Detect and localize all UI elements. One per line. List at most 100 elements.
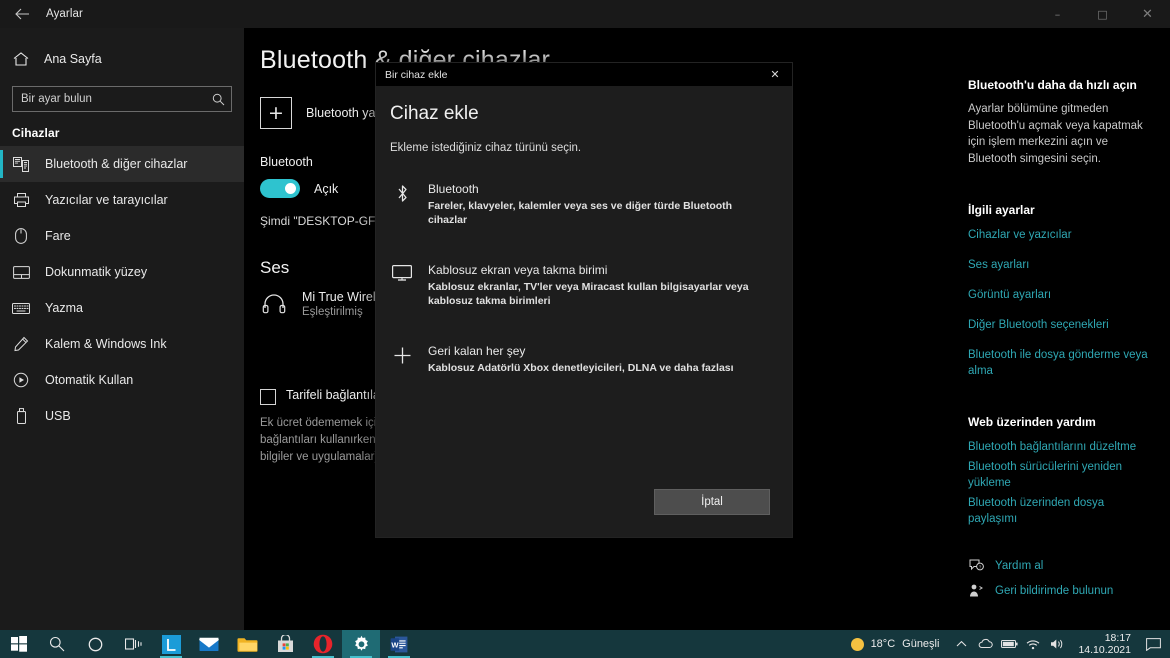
weather-temperature: 18°C (871, 638, 896, 650)
option-title: Kablosuz ekran veya takma birimi (428, 263, 770, 277)
clock-time: 18:17 (1105, 632, 1131, 644)
taskbar-app-l[interactable] (152, 630, 190, 658)
cancel-button[interactable]: İptal (654, 489, 770, 515)
taskbar-mail[interactable] (190, 630, 228, 658)
clock[interactable]: 18:17 14.10.2021 (1069, 632, 1140, 656)
sidebar-item-typing[interactable]: Yazma (0, 290, 244, 326)
option-description: Kablosuz Adatörlü Xbox denetleyicileri, … (428, 361, 734, 375)
dialog-body: Cihaz ekle Ekleme istediğiniz cihaz türü… (376, 86, 792, 381)
related-settings-title: İlgili ayarlar (968, 203, 1154, 217)
monitor-icon (392, 263, 412, 308)
sidebar-item-label: Yazma (45, 301, 83, 315)
start-button[interactable] (0, 630, 38, 658)
home-icon (12, 52, 30, 66)
taskbar-opera[interactable] (304, 630, 342, 658)
sidebar-group-title: Cihazlar (0, 112, 244, 146)
get-help-row[interactable]: ? Yardım al (968, 559, 1154, 572)
taskbar-search[interactable] (38, 630, 76, 658)
web-help-link-fix-connections[interactable]: Bluetooth bağlantılarını düzeltme (968, 439, 1154, 455)
add-device-dialog: Bir cihaz ekle ✕ Cihaz ekle Ekleme isted… (375, 62, 793, 538)
back-arrow-icon[interactable] (0, 0, 44, 28)
maximize-button[interactable]: □ (1080, 0, 1125, 28)
taskbar-task-view[interactable] (114, 630, 152, 658)
sidebar-item-label: USB (45, 409, 71, 423)
wifi-icon[interactable] (1021, 630, 1045, 658)
option-title: Geri kalan her şey (428, 344, 734, 358)
related-link-display-settings[interactable]: Görüntü ayarları (968, 287, 1154, 303)
bluetooth-toggle[interactable] (260, 179, 300, 198)
taskbar: W 18°C Güneşli (0, 630, 1170, 658)
action-center-icon[interactable] (1140, 630, 1166, 658)
svg-text:?: ? (978, 565, 981, 570)
give-feedback-label: Geri bildirimde bulunun (995, 585, 1113, 597)
mouse-icon (12, 227, 30, 245)
search-box[interactable] (12, 86, 232, 112)
sidebar-item-home[interactable]: Ana Sayfa (0, 42, 244, 76)
onedrive-icon[interactable] (973, 630, 997, 658)
sidebar-item-printers[interactable]: Yazıcılar ve tarayıcılar (0, 182, 244, 218)
sidebar-item-label: Yazıcılar ve tarayıcılar (45, 193, 168, 207)
search-input[interactable] (21, 93, 212, 105)
help-chat-icon: ? (968, 559, 984, 572)
sun-icon (851, 638, 864, 651)
dialog-option-wireless-display[interactable]: Kablosuz ekran veya takma birimi Kablosu… (390, 257, 770, 314)
volume-icon[interactable] (1045, 630, 1069, 658)
windows-desktop: Ayarlar – □ ✕ Ana Sayfa (0, 0, 1170, 658)
close-button[interactable]: ✕ (1125, 0, 1170, 28)
search-icon (212, 93, 225, 106)
sidebar-item-label: Bluetooth & diğer cihazlar (45, 157, 187, 171)
taskbar-settings[interactable] (342, 630, 380, 658)
system-tray: 18°C Güneşli (841, 630, 1170, 658)
dialog-subheading: Ekleme istediğiniz cihaz türünü seçin. (390, 142, 770, 154)
get-help-label: Yardım al (995, 560, 1043, 572)
taskbar-file-explorer[interactable] (228, 630, 266, 658)
sidebar-home-label: Ana Sayfa (44, 52, 102, 66)
svg-text:W: W (391, 640, 399, 649)
sidebar-item-usb[interactable]: USB (0, 398, 244, 434)
sidebar-item-autoplay[interactable]: Otomatik Kullan (0, 362, 244, 398)
window-titlebar: Ayarlar – □ ✕ (0, 0, 1170, 28)
web-help-link-file-sharing[interactable]: Bluetooth üzerinden dosya paylaşımı (968, 495, 1154, 527)
battery-icon[interactable] (997, 630, 1021, 658)
related-link-devices-printers[interactable]: Cihazlar ve yazıcılar (968, 227, 1154, 243)
metered-checkbox[interactable] (260, 389, 276, 405)
settings-window: Ayarlar – □ ✕ Ana Sayfa (0, 0, 1170, 630)
sidebar-item-mouse[interactable]: Fare (0, 218, 244, 254)
sidebar-item-label: Kalem & Windows Ink (45, 337, 167, 351)
bluetooth-devices-icon (12, 155, 30, 173)
help-links-group: ? Yardım al Geri bildirimde bulunun (968, 559, 1154, 597)
settings-right-panel: Bluetooth'u daha da hızlı açın Ayarlar b… (956, 28, 1170, 630)
sidebar-item-bluetooth-devices[interactable]: Bluetooth & diğer cihazlar (0, 146, 244, 182)
plus-icon (392, 344, 412, 375)
web-help-title: Web üzerinden yardım (968, 415, 1154, 429)
keyboard-icon (12, 299, 30, 317)
taskbar-microsoft-store[interactable] (266, 630, 304, 658)
minimize-button[interactable]: – (1035, 0, 1080, 28)
feedback-person-icon (968, 584, 984, 597)
dialog-option-bluetooth[interactable]: Bluetooth Fareler, klavyeler, kalemler v… (390, 176, 770, 233)
show-hidden-icons-chevron[interactable] (949, 630, 973, 658)
dialog-titlebar: Bir cihaz ekle ✕ (376, 63, 792, 86)
bluetooth-toggle-state: Açık (314, 182, 338, 196)
touchpad-icon (12, 263, 30, 281)
taskbar-word[interactable]: W (380, 630, 418, 658)
dialog-option-everything-else[interactable]: Geri kalan her şey Kablosuz Adatörlü Xbo… (390, 338, 770, 381)
option-description: Kablosuz ekranlar, TV'ler veya Miracast … (428, 280, 770, 308)
give-feedback-row[interactable]: Geri bildirimde bulunun (968, 584, 1154, 597)
weather-widget[interactable]: 18°C Güneşli (841, 638, 950, 651)
dialog-titlebar-text: Bir cihaz ekle (376, 69, 447, 81)
related-link-more-bluetooth-options[interactable]: Diğer Bluetooth seçenekleri (968, 317, 1154, 333)
related-link-send-receive-files[interactable]: Bluetooth ile dosya gönderme veya alma (968, 347, 1154, 379)
close-icon[interactable]: ✕ (758, 63, 792, 86)
web-help-link-reinstall-drivers[interactable]: Bluetooth sürücülerini yeniden yükleme (968, 459, 1154, 491)
dialog-heading: Cihaz ekle (390, 103, 770, 125)
plus-icon: + (260, 97, 292, 129)
clock-date: 14.10.2021 (1078, 644, 1131, 656)
related-link-sound-settings[interactable]: Ses ayarları (968, 257, 1154, 273)
sidebar-item-pen-ink[interactable]: Kalem & Windows Ink (0, 326, 244, 362)
sidebar-item-label: Fare (45, 229, 71, 243)
sidebar-item-touchpad[interactable]: Dokunmatik yüzey (0, 254, 244, 290)
dialog-footer: İptal (654, 489, 770, 515)
taskbar-cortana[interactable] (76, 630, 114, 658)
settings-sidebar: Ana Sayfa Cihazlar (0, 28, 244, 630)
